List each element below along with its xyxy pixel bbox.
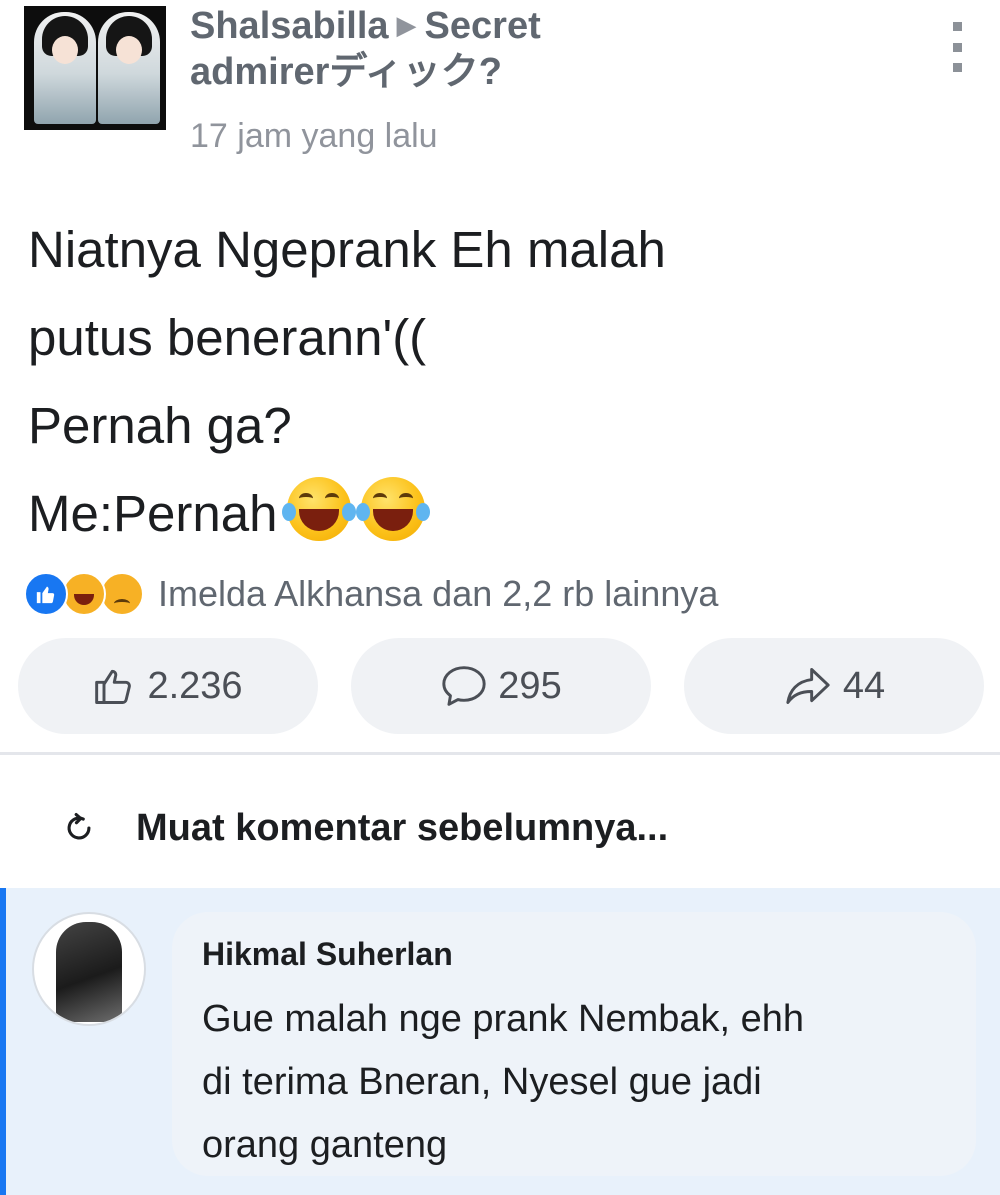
post-text-fragment: Me:Pernah (28, 485, 278, 542)
share-button[interactable]: 44 (684, 638, 984, 734)
comment-text-line: di terima Bneran, Nyesel gue jadi (202, 1061, 762, 1103)
comment-item: Hikmal Suherlan Gue malah nge prank Nemb… (0, 888, 1000, 1195)
post-timestamp[interactable]: 17 jam yang lalu (190, 116, 438, 156)
post-text-line: putus benerann'(( (28, 309, 427, 366)
avatar-figure (56, 922, 122, 1022)
like-count: 2.236 (147, 664, 243, 707)
reactions-text: Imelda Alkhansa dan 2,2 rb lainnya (158, 573, 719, 614)
comment-text-line: Gue malah nge prank Nembak, ehh (202, 998, 805, 1040)
post-text-line: Pernah ga? (28, 397, 292, 454)
avatar-face-left (52, 36, 78, 64)
dot (952, 42, 962, 52)
load-previous-comments[interactable]: Muat komentar sebelumnya... (62, 798, 668, 858)
post-actions: 2.236 295 44 (18, 638, 984, 734)
comment-author[interactable]: Hikmal Suherlan (202, 936, 453, 973)
comment-text-line: orang ganteng (202, 1124, 448, 1166)
haha-reaction-icon (62, 572, 106, 616)
author-avatar[interactable] (24, 6, 166, 130)
post-text: Niatnya Ngeprank Eh malah putus benerann… (28, 206, 978, 558)
author-name[interactable]: Shalsabilla (190, 5, 389, 47)
dot (952, 22, 962, 31)
post-text-line-last: Me:Pernah (28, 470, 978, 558)
like-reaction-icon (24, 572, 68, 616)
commenter-avatar[interactable] (32, 912, 146, 1026)
share-count: 44 (842, 664, 886, 707)
load-previous-comments-label: Muat komentar sebelumnya... (136, 806, 669, 849)
author-group-line: Shalsabilla ▶ Secret admirerディック? (190, 2, 890, 95)
comment-count: 295 (498, 664, 562, 707)
sad-reaction-icon (100, 572, 144, 616)
post-header: Shalsabilla ▶ Secret admirerディック? 17 jam y… (0, 0, 1000, 180)
more-options-icon[interactable] (946, 22, 968, 72)
thumbs-up-icon (95, 669, 132, 704)
comment-text: Gue malah nge prank Nembak, ehh di terim… (202, 988, 962, 1177)
avatar-face-right (116, 36, 142, 64)
group-name[interactable]: Secret (425, 5, 541, 47)
like-button[interactable]: 2.236 (18, 638, 318, 734)
arrow-right-icon: ▶ (396, 10, 417, 40)
group-name-cont[interactable]: admirerディック? (190, 51, 502, 93)
reactions-summary[interactable]: Imelda Alkhansa dan 2,2 rb lainnya (24, 566, 974, 622)
section-divider (0, 752, 1000, 755)
comment-button[interactable]: 295 (351, 638, 651, 734)
refresh-icon (67, 812, 91, 840)
comment-bubble-icon (442, 666, 486, 706)
tears-of-joy-emoji-icon (356, 477, 431, 541)
comment-bubble[interactable]: Hikmal Suherlan Gue malah nge prank Nemb… (172, 912, 976, 1176)
tears-of-joy-emoji-icon (282, 477, 357, 541)
share-arrow-icon (786, 668, 830, 704)
post-text-line: Niatnya Ngeprank Eh malah (28, 221, 666, 278)
dot (952, 63, 962, 72)
